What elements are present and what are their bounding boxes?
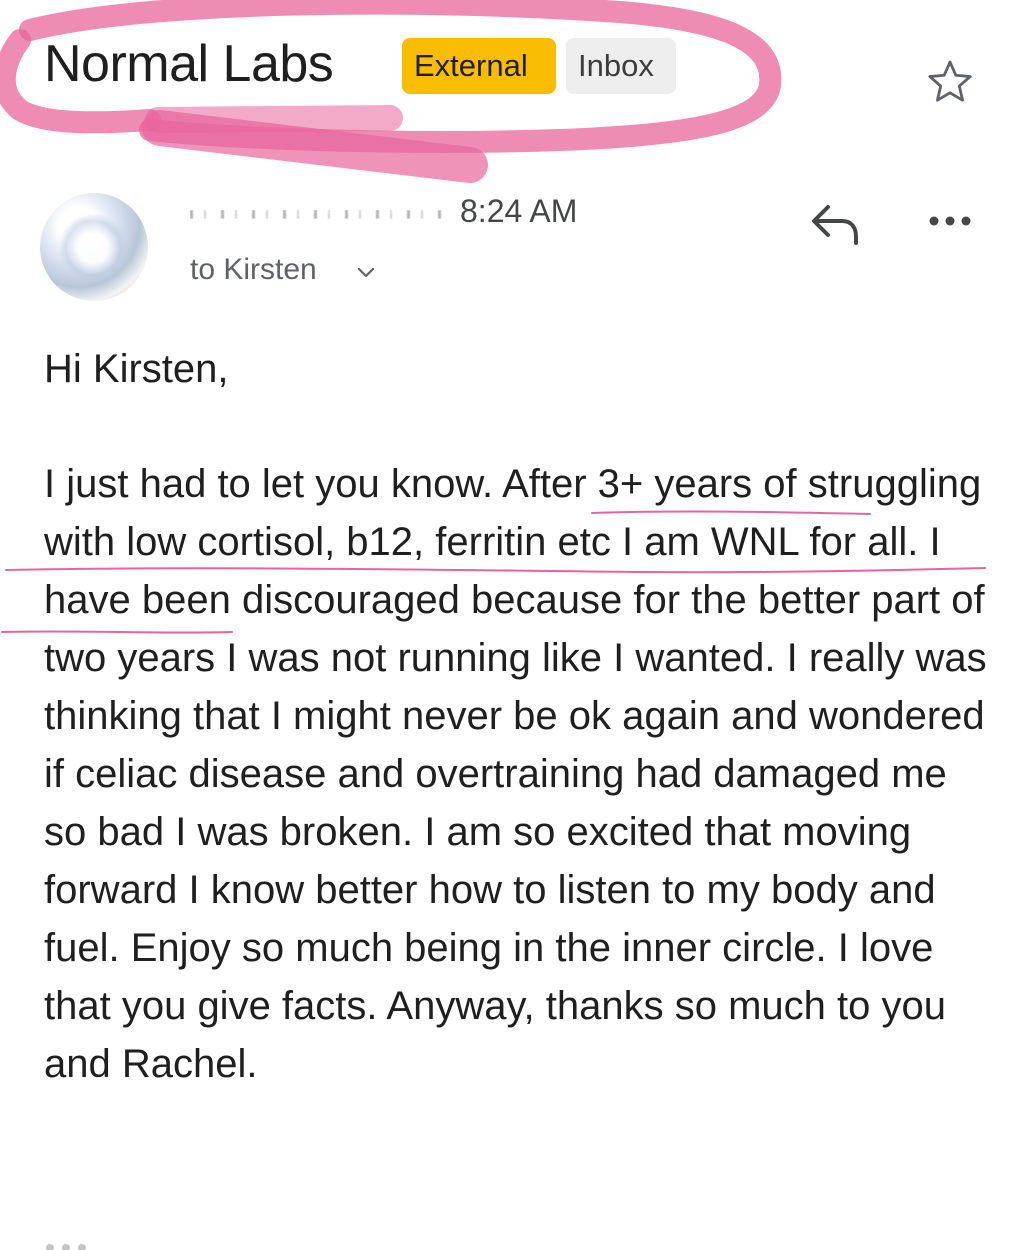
sender-name-redacted[interactable]	[190, 210, 442, 219]
email-time: 8:24 AM	[460, 193, 578, 229]
subject-row: Normal Labs External Inbox	[44, 30, 984, 110]
more-options-icon[interactable]	[926, 211, 974, 231]
reply-icon[interactable]	[808, 201, 862, 247]
star-icon[interactable]	[924, 56, 976, 108]
email-body: Hi Kirsten, I just had to let you know. …	[44, 340, 994, 1093]
sender-row: 8:24 AM to Kirsten	[0, 185, 1024, 305]
chevron-down-icon[interactable]	[357, 267, 375, 279]
show-trimmed-content-icon[interactable]	[44, 1240, 94, 1250]
email-subject: Normal Labs	[44, 35, 334, 93]
email-message: I just had to let you know. After 3+ yea…	[44, 462, 987, 1086]
label-external: External	[402, 38, 556, 94]
email-greeting: Hi Kirsten,	[44, 347, 229, 391]
label-inbox[interactable]: Inbox	[566, 38, 676, 94]
recipient-line[interactable]: to Kirsten	[190, 253, 317, 287]
sender-avatar[interactable]	[40, 193, 148, 301]
